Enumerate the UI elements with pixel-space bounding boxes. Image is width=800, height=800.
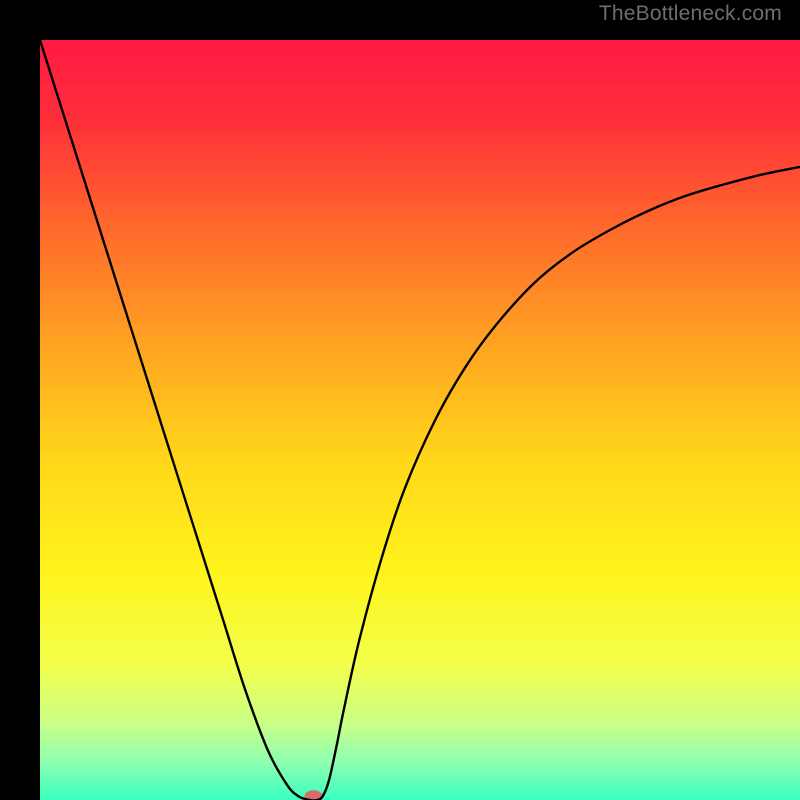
gradient-background [40, 40, 800, 800]
chart-frame [20, 20, 780, 780]
plot-area [40, 40, 800, 800]
watermark-text: TheBottleneck.com [599, 2, 782, 26]
chart-svg [40, 40, 800, 800]
